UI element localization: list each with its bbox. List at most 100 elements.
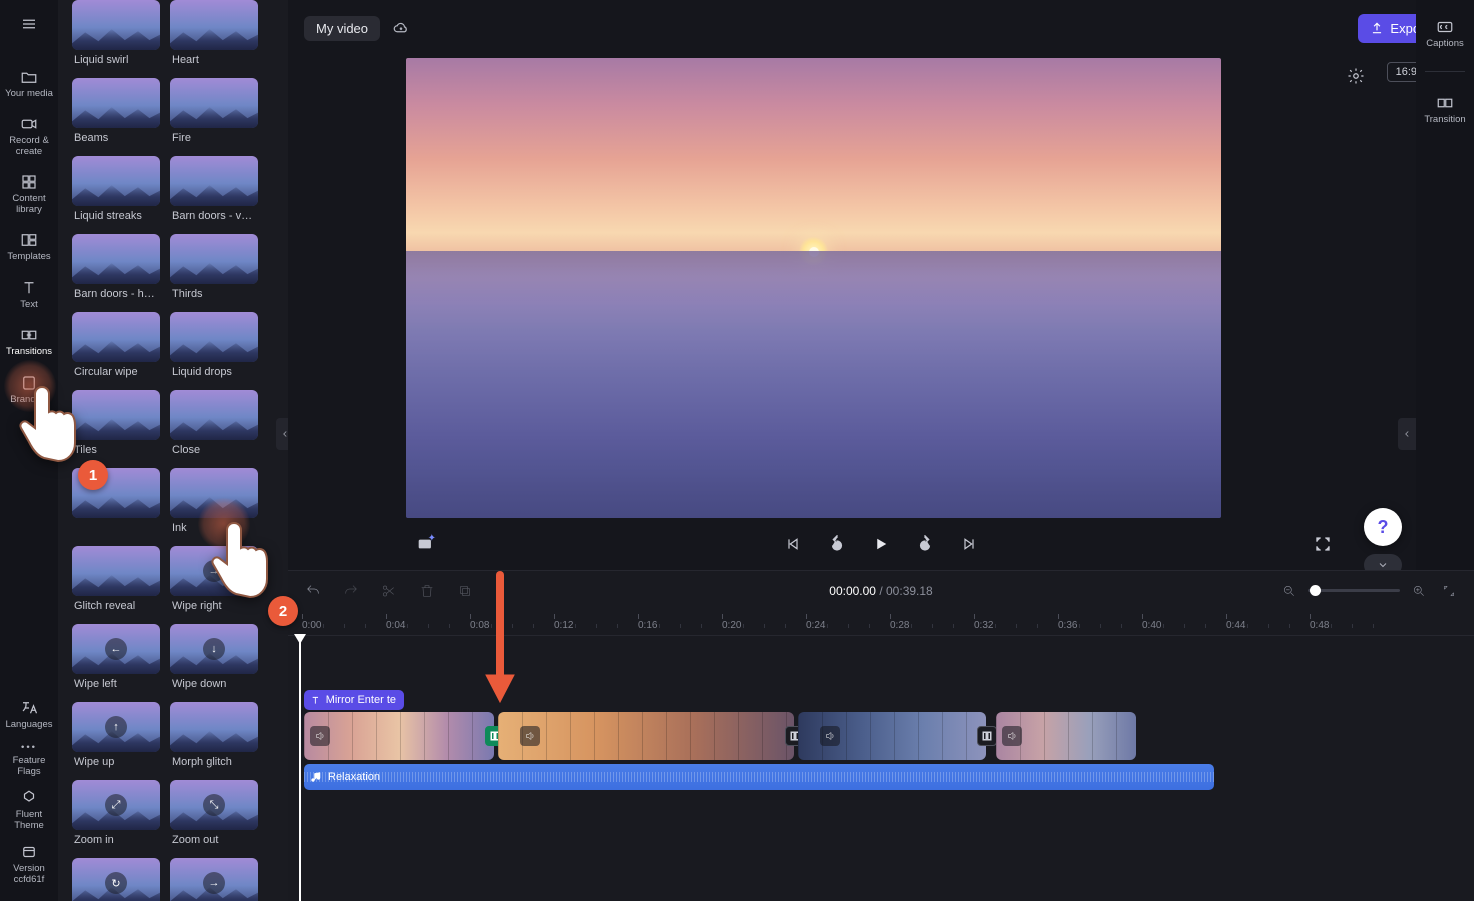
languages-icon	[20, 699, 38, 717]
nav-transitions[interactable]: Transitions	[0, 318, 58, 365]
transition-label: Barn doors - ve…	[172, 210, 258, 222]
nav-record-create[interactable]: Record & create	[0, 107, 58, 165]
transition-badge-icon: →	[203, 872, 225, 894]
transition-node-3[interactable]	[977, 726, 997, 746]
transition-badge-icon: ↑	[105, 716, 127, 738]
transition-item[interactable]: ⤢Zoom in	[72, 780, 160, 858]
transition-item[interactable]: Close	[170, 390, 258, 468]
nav-version[interactable]: Version ccfd61f	[0, 837, 58, 891]
transition-label: Wipe left	[74, 678, 160, 690]
transition-item[interactable]: Thirds	[170, 234, 258, 312]
rrail-captions[interactable]: Captions	[1416, 14, 1474, 53]
tutorial-cursor-1	[14, 380, 84, 470]
transition-item[interactable]: Circular wipe	[72, 312, 160, 390]
video-clip-3[interactable]	[798, 712, 986, 760]
top-bar: My video Export	[288, 0, 1474, 56]
player-controls: ✦ 5 5	[288, 518, 1474, 570]
transition-item[interactable]: ⤡Zoom out	[170, 780, 258, 858]
fullscreen-button[interactable]	[1312, 533, 1334, 555]
transition-item[interactable]: Glitch reveal	[72, 546, 160, 624]
nav-feature-flags[interactable]: ••• Feature Flags	[0, 736, 58, 783]
nav-label: Languages	[5, 720, 52, 730]
transition-item[interactable]: Liquid drops	[170, 312, 258, 390]
ruler-minor	[533, 624, 534, 628]
video-clip-2[interactable]	[498, 712, 794, 760]
zoom-slider[interactable]	[1308, 589, 1400, 592]
transition-item[interactable]: Fire	[170, 78, 258, 156]
timeline-ruler[interactable]: 0:000:040:080:120:160:200:240:280:320:36…	[288, 610, 1474, 636]
clip-audio-icon[interactable]	[1002, 726, 1022, 746]
ruler-minor	[323, 624, 324, 628]
zoom-in-button[interactable]	[1408, 580, 1430, 602]
nav-languages[interactable]: Languages	[0, 693, 58, 736]
clip-audio-icon[interactable]	[310, 726, 330, 746]
zoom-out-button[interactable]	[1278, 580, 1300, 602]
undo-button[interactable]	[302, 580, 324, 602]
transition-label: Zoom out	[172, 834, 258, 846]
duplicate-button[interactable]	[454, 580, 476, 602]
nav-content-library[interactable]: Content library	[0, 165, 58, 223]
clip-audio-icon[interactable]	[820, 726, 840, 746]
gear-icon	[1347, 67, 1365, 85]
nav-templates[interactable]: Templates	[0, 223, 58, 270]
transition-label: Fire	[172, 132, 258, 144]
transitions-scroll[interactable]: Liquid swirl Heart Beams Fire Liquid streaks…	[58, 0, 288, 901]
transition-item[interactable]: →	[170, 858, 258, 901]
transition-item[interactable]: Barn doors - h…	[72, 234, 160, 312]
transition-item[interactable]: ↑Wipe up	[72, 702, 160, 780]
transition-label: Heart	[172, 54, 258, 66]
panel-collapse-tab[interactable]	[276, 418, 288, 450]
preview-settings-button[interactable]	[1342, 62, 1370, 90]
redo-button[interactable]	[340, 580, 362, 602]
project-title[interactable]: My video	[304, 16, 380, 41]
theme-icon	[20, 789, 38, 807]
ruler-minor	[659, 624, 660, 628]
transition-item[interactable]: Liquid swirl	[72, 0, 160, 78]
transition-item[interactable]: Beams	[72, 78, 160, 156]
split-button[interactable]	[378, 580, 400, 602]
upload-icon	[1370, 21, 1384, 35]
menu-button[interactable]	[11, 6, 47, 42]
audio-track[interactable]: Relaxation	[304, 764, 1214, 790]
help-button[interactable]: ?	[1364, 508, 1402, 546]
transition-item[interactable]: Barn doors - ve…	[170, 156, 258, 234]
nav-fluent-theme[interactable]: Fluent Theme	[0, 783, 58, 837]
captions-button[interactable]: ✦	[418, 533, 440, 555]
transition-thumbnail	[72, 0, 160, 50]
nav-label: Version ccfd61f	[13, 864, 45, 885]
skip-start-button[interactable]	[782, 533, 804, 555]
transition-item[interactable]: Heart	[170, 0, 258, 78]
transition-thumbnail: →	[170, 858, 258, 901]
video-clip-1[interactable]	[304, 712, 494, 760]
video-clip-4[interactable]	[996, 712, 1136, 760]
nav-text[interactable]: Text	[0, 271, 58, 318]
rrail-transition[interactable]: Transition	[1416, 90, 1474, 129]
ruler-tick: 0:04	[386, 614, 405, 631]
fit-timeline-button[interactable]	[1438, 580, 1460, 602]
transition-label: Zoom in	[74, 834, 160, 846]
video-preview[interactable]	[406, 58, 1221, 518]
transition-thumbnail	[170, 390, 258, 440]
transition-item[interactable]: ←Wipe left	[72, 624, 160, 702]
right-panel-expand-tab[interactable]	[1398, 418, 1416, 450]
transition-item[interactable]: Morph glitch	[170, 702, 258, 780]
ruler-tick: 0:00	[302, 614, 321, 631]
transition-item[interactable]: ↓Wipe down	[170, 624, 258, 702]
delete-button[interactable]	[416, 580, 438, 602]
transition-item[interactable]: ↻	[72, 858, 160, 901]
playhead[interactable]	[299, 636, 301, 901]
skip-end-button[interactable]	[958, 533, 980, 555]
rewind-button[interactable]: 5	[826, 533, 848, 555]
play-button[interactable]	[870, 533, 892, 555]
text-clip[interactable]: Mirror Enter te	[304, 690, 404, 710]
forward-button[interactable]: 5	[914, 533, 936, 555]
ruler-minor	[953, 624, 954, 628]
transition-item[interactable]: Liquid streaks	[72, 156, 160, 234]
nav-your-media[interactable]: Your media	[0, 60, 58, 107]
transition-item[interactable]: Tiles	[72, 390, 160, 468]
timeline-zoom	[1278, 580, 1460, 602]
timeline-tracks[interactable]: Mirror Enter te	[288, 636, 1474, 901]
ruler-minor	[1247, 624, 1248, 628]
clip-audio-icon[interactable]	[520, 726, 540, 746]
music-icon	[310, 771, 322, 783]
